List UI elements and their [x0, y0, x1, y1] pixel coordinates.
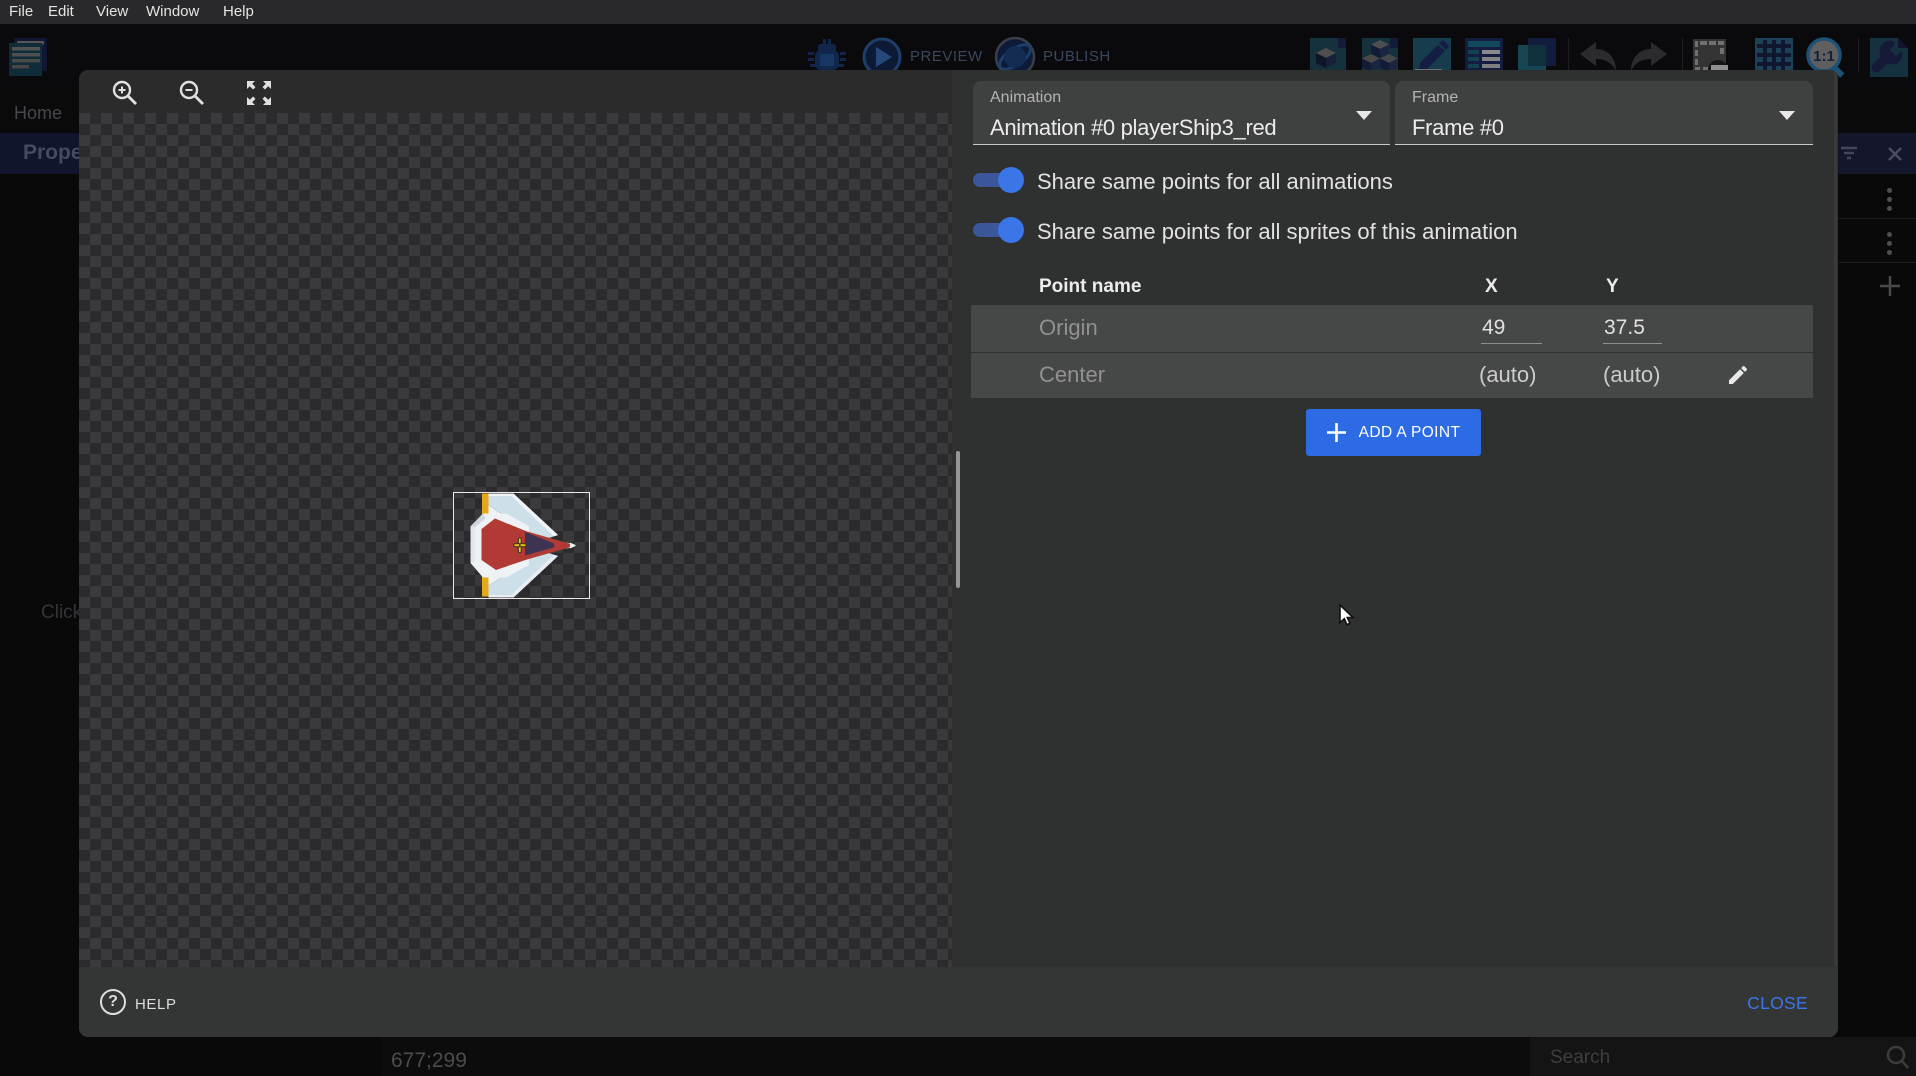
svg-text:1:1: 1:1: [1813, 48, 1835, 65]
